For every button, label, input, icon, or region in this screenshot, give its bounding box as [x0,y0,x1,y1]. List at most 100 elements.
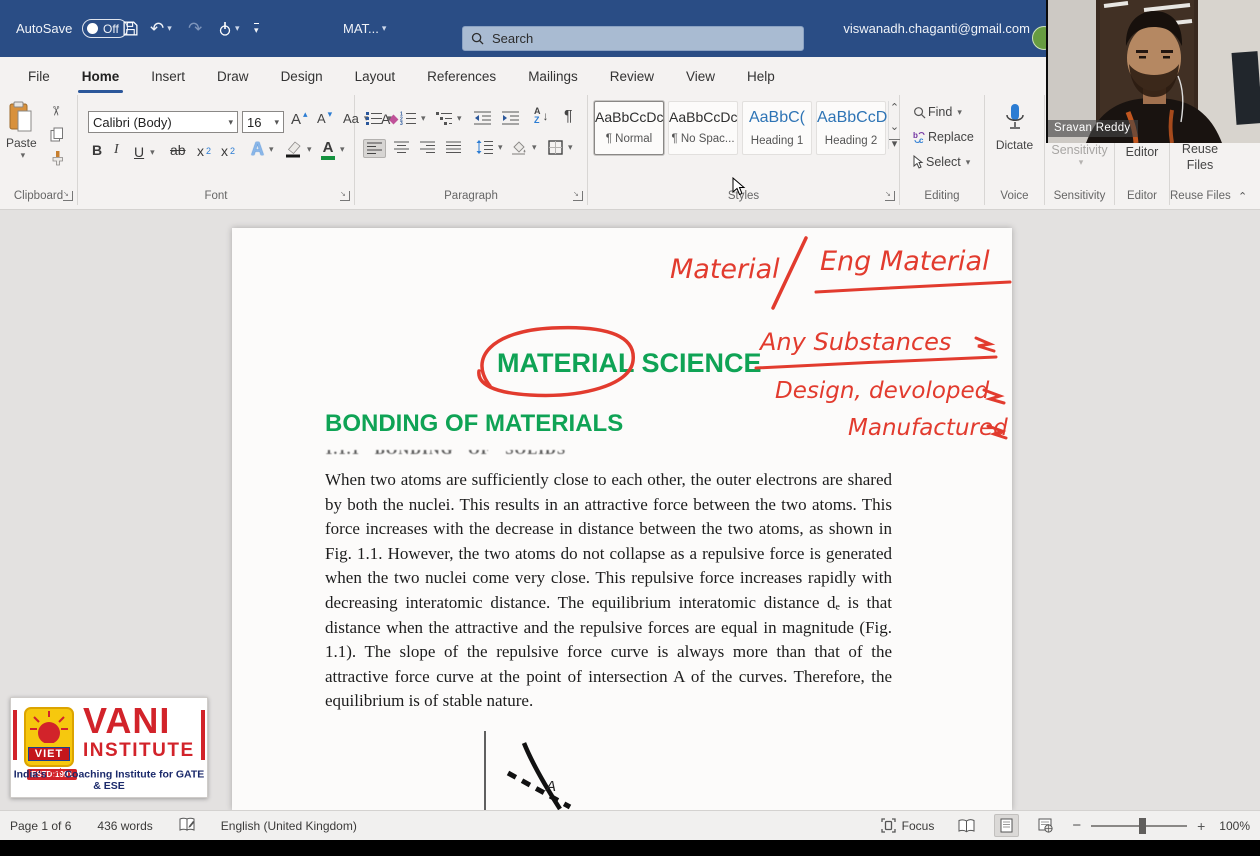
search-input[interactable]: Search [462,26,804,51]
tab-insert[interactable]: Insert [135,57,201,95]
web-layout-button[interactable] [1033,815,1058,836]
zoom-slider-handle[interactable] [1139,818,1146,834]
undo-button[interactable]: ↶▾ [150,0,172,57]
tab-design[interactable]: Design [265,57,339,95]
customize-quick-access-button[interactable]: ▾ [254,0,259,57]
tab-layout[interactable]: Layout [339,57,412,95]
shading-button[interactable]: ▾ [507,138,540,157]
page-indicator[interactable]: Page 1 of 6 [10,819,71,833]
account-email[interactable]: viswanadh.chaganti@gmail.com [847,0,1030,57]
read-mode-button[interactable] [953,816,980,836]
microphone-icon [1004,103,1026,135]
borders-button[interactable]: ▾ [545,138,576,157]
styles-scrollbar: ⌃ ⌄ ▾ [888,101,900,149]
tab-home[interactable]: Home [66,57,136,95]
font-size-select[interactable]: 16▾ [242,111,284,133]
underline-button[interactable]: U▾ [130,141,158,163]
cut-button[interactable]: ✂ [50,103,61,119]
style-normal[interactable]: AaBbCcDc ¶ Normal [594,101,664,155]
logo-left-bar [13,710,17,760]
text-effects-button[interactable]: A▾ [248,137,277,162]
increase-indent-button[interactable] [499,109,522,127]
shrink-font-button[interactable]: A▾ [314,109,335,128]
align-center-button[interactable] [391,139,412,156]
copy-button[interactable] [50,127,64,145]
align-right-icon [420,141,435,154]
copy-icon [50,127,64,142]
strikethrough-button[interactable]: ab [166,141,190,159]
web-layout-icon [1038,818,1053,833]
body-paragraph: When two atoms are sufficiently close to… [325,468,892,714]
editor-button[interactable]: Editor [1115,145,1169,159]
decrease-indent-button[interactable] [471,109,494,127]
replace-button[interactable]: bc Replace [910,128,977,146]
clipboard-dialog-launcher[interactable]: ↘ [63,191,73,201]
styles-scroll-down[interactable]: ⌄ [889,120,900,133]
paragraph-group: ▾ 123▾ ▾ AZ↓ ¶ [355,95,588,205]
document-title[interactable]: MAT...▾ [343,0,386,57]
grow-font-button[interactable]: A▴ [288,109,311,130]
styles-more-button[interactable]: ▾ [889,139,900,149]
paragraph-dialog-launcher[interactable]: ↘ [573,191,583,201]
style-heading-2[interactable]: AaBbCcD Heading 2 [816,101,886,155]
proofing-button[interactable] [179,817,195,835]
bold-button[interactable]: B [88,141,106,159]
format-painter-icon [50,150,65,166]
paste-button[interactable]: Paste ▾ [6,101,37,161]
redo-button[interactable]: ↷ [188,0,202,57]
select-button[interactable]: Select▾ [910,153,973,171]
numbering-button[interactable]: 123▾ [397,109,429,127]
tab-file[interactable]: File [12,57,66,95]
annotation-material: Material [670,254,780,285]
styles-scroll-up[interactable]: ⌃ [889,101,900,114]
sensitivity-button[interactable]: Sensitivity ▾ [1045,143,1114,168]
chevron-down-icon: ▾ [1048,157,1114,168]
chevron-down-icon: ▾ [382,23,387,34]
subscript-button[interactable]: x2 [194,141,214,161]
collapse-ribbon-button[interactable]: ⌃ [1238,190,1247,203]
focus-button[interactable]: Focus [876,815,940,836]
dictate-button[interactable]: Dictate [985,103,1044,152]
font-color-button[interactable]: A ▾ [318,137,348,162]
italic-button[interactable]: I [110,141,123,159]
line-spacing-button[interactable]: ▾ [473,138,506,156]
language-indicator[interactable]: English (United Kingdom) [221,819,357,833]
tab-references[interactable]: References [411,57,512,95]
style-no-spacing[interactable]: AaBbCcDc ¶ No Spac... [668,101,738,155]
multilevel-list-button[interactable]: ▾ [433,109,465,127]
tab-draw[interactable]: Draw [201,57,265,95]
save-button[interactable] [122,0,139,57]
word-count[interactable]: 436 words [97,819,152,833]
autosave-toggle[interactable]: Off [82,0,128,57]
styles-dialog-launcher[interactable]: ↘ [885,191,895,201]
find-button[interactable]: Find▾ [910,103,965,121]
show-formatting-button[interactable]: ¶ [561,106,576,128]
font-group: Calibri (Body)▾ 16▾ A▴ A▾ Aa▾ A B I U▾ a… [78,95,355,205]
annotation-design: Design, devoloped [775,378,989,404]
doc-subheading: BONDING OF MATERIALS [325,410,623,438]
reuse-files-button[interactable]: Reuse Files [1170,141,1230,173]
tab-mailings[interactable]: Mailings [512,57,594,95]
justify-button[interactable] [443,139,464,156]
font-dialog-launcher[interactable]: ↘ [340,191,350,201]
align-left-button[interactable] [363,139,386,158]
tab-view[interactable]: View [670,57,731,95]
tab-help[interactable]: Help [731,57,791,95]
zoom-out-button[interactable]: − [1072,817,1081,834]
touch-mouse-mode-button[interactable]: ▾ [218,0,240,57]
font-name-select[interactable]: Calibri (Body)▾ [88,111,238,133]
bullets-button[interactable]: ▾ [363,109,395,127]
sort-button[interactable]: AZ↓ [531,105,552,127]
tab-review[interactable]: Review [594,57,670,95]
zoom-level[interactable]: 100% [1219,819,1250,833]
multilevel-list-icon [436,111,452,125]
align-right-button[interactable] [417,139,438,156]
style-heading-1[interactable]: AaBbC( Heading 1 [742,101,812,155]
zoom-in-button[interactable]: + [1197,818,1205,834]
zoom-slider[interactable] [1091,825,1187,827]
print-layout-button[interactable] [994,814,1019,837]
superscript-button[interactable]: x2 [218,141,238,161]
format-painter-button[interactable] [50,150,65,169]
text-highlight-button[interactable]: ▾ [282,139,315,160]
document-page[interactable]: Material Eng Material MATERIAL SCIENCE B… [232,228,1012,810]
